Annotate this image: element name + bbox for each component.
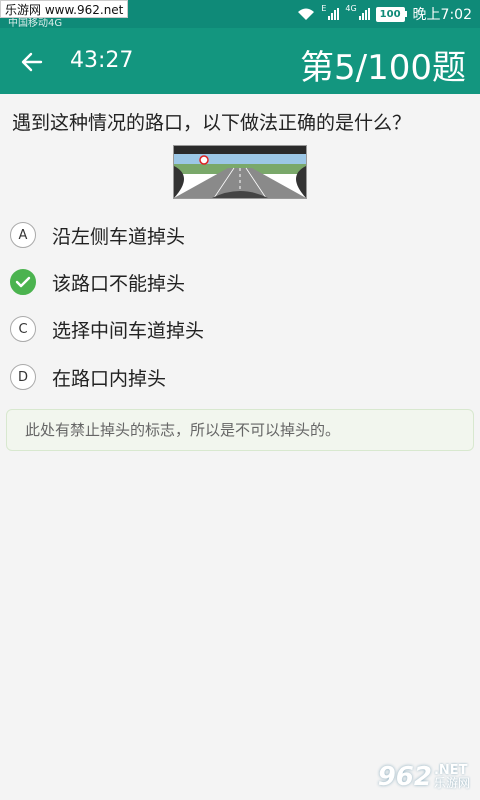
option-b[interactable]: 该路口不能掉头 xyxy=(10,265,185,299)
option-d-letter: D xyxy=(10,364,36,390)
question-progress: 第5/100题 xyxy=(300,48,466,88)
brand-logo: 962 .NET 乐游网 xyxy=(378,762,470,792)
back-button[interactable] xyxy=(12,42,52,82)
option-a-text: 沿左侧车道掉头 xyxy=(52,225,186,248)
signal-icon xyxy=(328,8,340,20)
road-scene-image xyxy=(174,146,306,199)
brand-side: .NET 乐游网 xyxy=(434,764,470,790)
question-text: 遇到这种情况的路口，以下做法正确的是什么？ xyxy=(12,112,412,134)
option-a-letter: A xyxy=(10,222,36,248)
option-d-text: 在路口内掉头 xyxy=(52,367,167,390)
battery-tip xyxy=(404,11,407,17)
wifi-icon xyxy=(298,8,315,20)
option-c-text: 选择中间车道掉头 xyxy=(52,319,205,342)
network-e-label: E xyxy=(321,4,327,13)
option-d[interactable]: D 在路口内掉头 xyxy=(10,360,166,394)
status-bar: 中国移动4G E 4G 100 晚上7:02 乐游网 www.962.net xyxy=(0,0,480,29)
checkmark-icon xyxy=(10,269,36,295)
brand-name: 乐游网 xyxy=(433,776,470,790)
option-a[interactable]: A 沿左侧车道掉头 xyxy=(10,218,185,252)
question-image xyxy=(173,145,307,199)
status-icons: E 4G 100 晚上7:02 xyxy=(297,4,472,24)
option-b-text: 该路口不能掉头 xyxy=(52,272,186,295)
arrow-left-icon xyxy=(21,52,43,72)
watermark: 乐游网 www.962.net xyxy=(0,0,129,18)
answer-explanation: 此处有禁止掉头的标志，所以是不可以掉头的。 xyxy=(6,409,474,451)
brand-number: 962 xyxy=(377,762,432,792)
app-bar: 43:27 第5/100题 xyxy=(0,28,480,94)
option-c[interactable]: C 选择中间车道掉头 xyxy=(10,312,204,346)
clock: 晚上7:02 xyxy=(412,7,472,23)
option-c-letter: C xyxy=(10,316,36,342)
battery-icon: 100 xyxy=(375,6,405,22)
signal-icon-2 xyxy=(358,8,370,20)
exam-timer: 43:27 xyxy=(70,48,134,73)
network-4g-label: 4G xyxy=(345,4,357,13)
